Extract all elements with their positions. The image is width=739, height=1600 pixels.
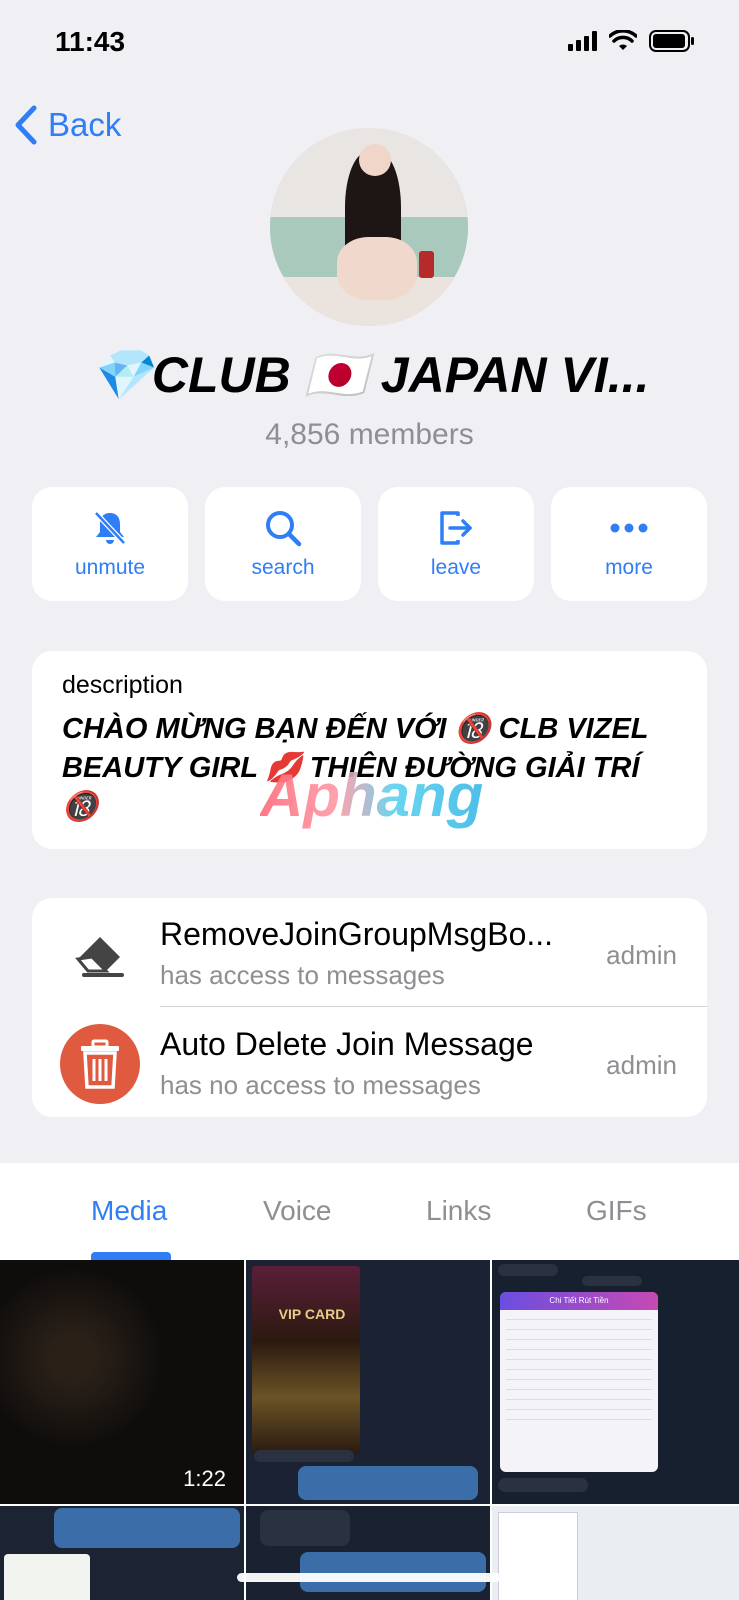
bot-name: RemoveJoinGroupMsgBo...	[160, 916, 554, 952]
back-button[interactable]: Back	[14, 104, 121, 146]
battery-icon	[649, 30, 694, 52]
description-label: description	[62, 671, 183, 699]
trash-icon	[60, 1024, 140, 1104]
withdraw-details-image: Chi Tiết Rút Tiền	[500, 1292, 658, 1472]
bot-access: has access to messages	[160, 960, 445, 990]
media-tabs: Media Voice Links GIFs	[0, 1163, 739, 1261]
tab-media[interactable]: Media	[91, 1195, 167, 1227]
bot-row[interactable]: RemoveJoinGroupMsgBo... has access to me…	[32, 898, 707, 1008]
search-icon	[266, 511, 302, 547]
active-tab-indicator	[91, 1252, 171, 1260]
vip-card-image: VIP CARD	[252, 1266, 360, 1454]
search-button[interactable]: search	[205, 487, 361, 601]
chevron-left-icon	[15, 105, 37, 145]
watermark: Aphang	[260, 762, 484, 829]
withdraw-title: Chi Tiết Rút Tiền	[500, 1292, 658, 1310]
group-avatar[interactable]	[270, 128, 468, 326]
status-icons	[568, 30, 695, 52]
unmute-button[interactable]: unmute	[32, 487, 188, 601]
group-title: 💎CLUB 🇯🇵 JAPAN VI...	[89, 347, 650, 403]
media-item-image[interactable]	[246, 1506, 490, 1600]
bot-role: admin	[606, 940, 677, 970]
unmute-label: unmute	[74, 556, 146, 579]
divider	[160, 1006, 707, 1007]
bot-name: Auto Delete Join Message	[160, 1026, 534, 1062]
description-card: description CHÀO MỪNG BẠN ĐẾN VỚI 🔞 CLB …	[32, 651, 707, 849]
media-item-video[interactable]: 1:22	[0, 1260, 244, 1504]
eraser-icon	[60, 914, 140, 994]
media-item-image[interactable]	[492, 1506, 739, 1600]
leave-icon	[440, 511, 472, 545]
bell-slash-icon	[94, 511, 126, 545]
member-count: 4,856 members	[265, 418, 474, 451]
media-item-image[interactable]	[0, 1506, 244, 1600]
tab-voice[interactable]: Voice	[263, 1195, 332, 1227]
tab-links[interactable]: Links	[426, 1195, 491, 1227]
bots-card: RemoveJoinGroupMsgBo... has access to me…	[32, 898, 707, 1117]
tab-gifs[interactable]: GIFs	[586, 1195, 647, 1227]
media-item-image[interactable]: Chi Tiết Rút Tiền	[492, 1260, 739, 1504]
action-buttons: unmute search leave more	[32, 487, 707, 601]
more-label: more	[605, 556, 653, 579]
status-bar: 11:43	[0, 0, 739, 90]
more-icon	[610, 523, 648, 533]
cellular-signal-icon	[568, 31, 597, 51]
search-label: search	[251, 556, 315, 579]
status-time: 11:43	[55, 26, 126, 57]
video-duration: 1:22	[183, 1466, 226, 1491]
bot-access: has no access to messages	[160, 1070, 481, 1100]
home-indicator[interactable]	[237, 1573, 501, 1582]
leave-label: leave	[430, 556, 482, 579]
wifi-icon	[609, 30, 637, 50]
back-label: Back	[48, 106, 122, 143]
bot-role: admin	[606, 1050, 677, 1080]
media-item-image[interactable]: VIP CARD	[246, 1260, 490, 1504]
vip-card-label: VIP CARD	[278, 1306, 346, 1322]
media-grid: 1:22 VIP CARD Chi Tiết Rút Tiền	[0, 1260, 739, 1600]
leave-button[interactable]: leave	[378, 487, 534, 601]
more-button[interactable]: more	[551, 487, 707, 601]
bot-row[interactable]: Auto Delete Join Message has no access t…	[32, 1008, 707, 1118]
